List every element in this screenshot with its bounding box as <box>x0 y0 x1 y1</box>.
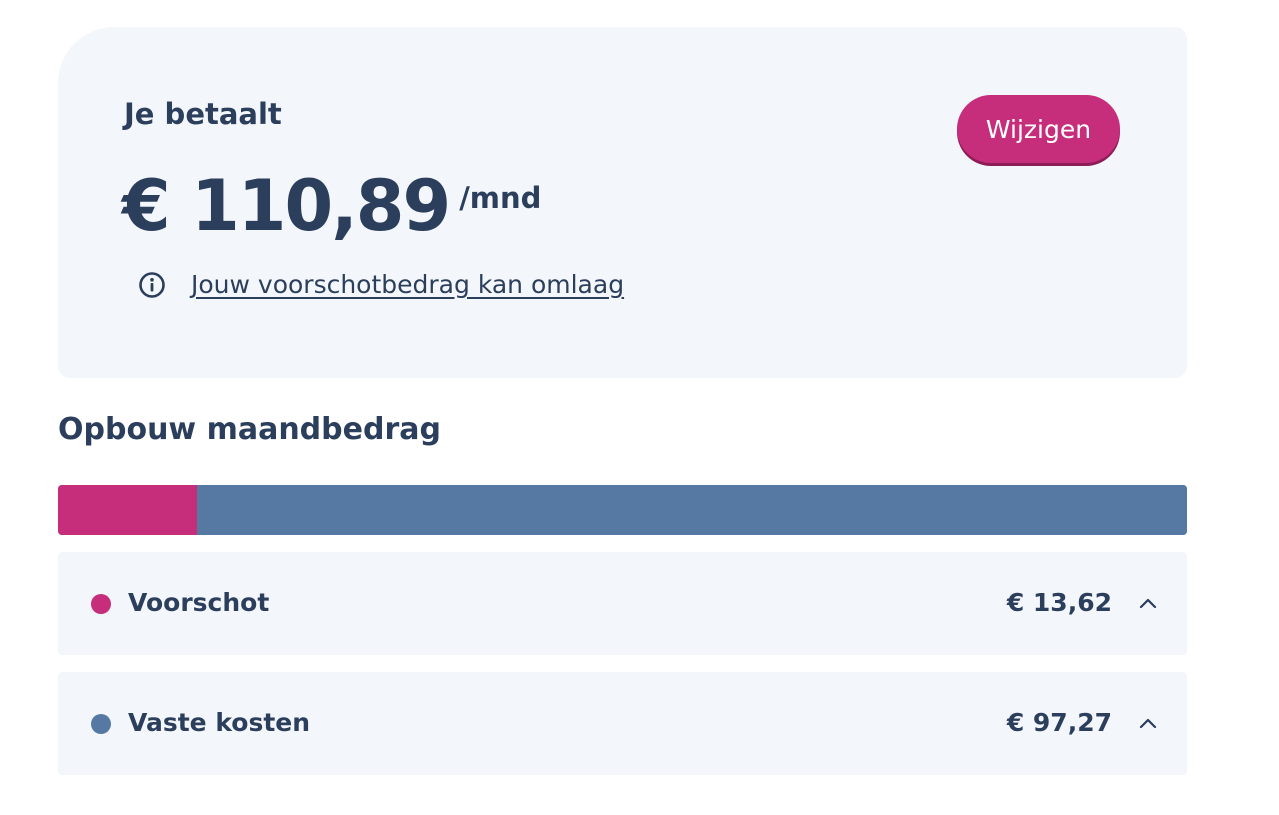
info-row: Jouw voorschotbedrag kan omlaag <box>138 270 624 299</box>
edit-button[interactable]: Wijzigen <box>957 95 1120 163</box>
reduce-advance-link[interactable]: Jouw voorschotbedrag kan omlaag <box>191 270 624 299</box>
breakdown-row-value: € 97,27 <box>1006 708 1112 737</box>
payment-period: /mnd <box>459 181 542 215</box>
breakdown-row-label: Voorschot <box>128 588 270 617</box>
payment-label: Je betaalt <box>124 97 282 131</box>
vaste-kosten-dot <box>91 714 111 734</box>
breakdown-row-label: Vaste kosten <box>128 708 311 737</box>
info-circle-icon <box>138 271 166 299</box>
breakdown-row-voorschot[interactable]: Voorschot € 13,62 <box>58 552 1187 655</box>
breakdown-bar <box>58 485 1187 535</box>
payment-amount: € 110,89 <box>122 165 451 247</box>
breakdown-title: Opbouw maandbedrag <box>58 412 441 447</box>
voorschot-dot <box>91 594 111 614</box>
payment-amount-row: € 110,89 /mnd <box>122 165 541 247</box>
bar-segment-vaste-kosten <box>196 485 1187 535</box>
chevron-up-icon[interactable] <box>1139 595 1157 609</box>
breakdown-row-value: € 13,62 <box>1006 588 1112 617</box>
chevron-up-icon[interactable] <box>1139 715 1157 729</box>
payment-card: Je betaalt € 110,89 /mnd Wijzigen Jouw v… <box>58 27 1187 378</box>
bar-segment-voorschot <box>58 485 197 535</box>
breakdown-row-vaste-kosten[interactable]: Vaste kosten € 97,27 <box>58 672 1187 775</box>
